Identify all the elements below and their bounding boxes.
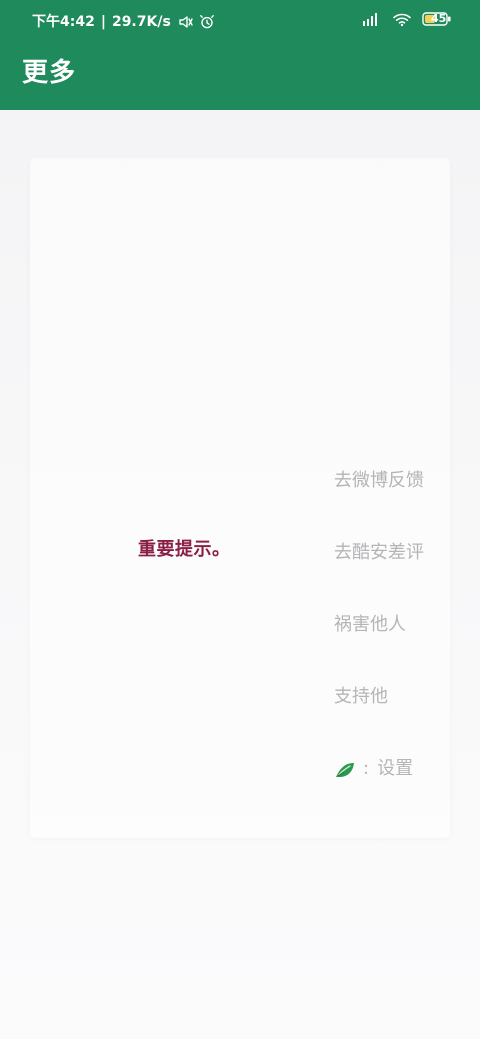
status-divider: | xyxy=(100,14,106,30)
leaf-icon xyxy=(334,760,356,780)
page-title: 更多 xyxy=(22,58,77,88)
menu-item-coolapk-review[interactable]: 去酷安差评 xyxy=(334,536,464,570)
mute-icon xyxy=(177,14,193,30)
important-notice: 重要提示。 xyxy=(138,539,231,560)
wifi-icon xyxy=(392,11,412,27)
content-area xyxy=(0,110,480,1039)
status-left: 下午4:42 | 29.7K/s xyxy=(32,12,215,32)
menu-item-settings[interactable]: : 设置 xyxy=(334,752,464,786)
alarm-icon xyxy=(199,14,215,30)
menu-item-weibo-feedback[interactable]: 去微博反馈 xyxy=(334,464,464,498)
settings-label: 设置 xyxy=(377,758,414,779)
status-bar: 下午4:42 | 29.7K/s 45 xyxy=(0,0,480,44)
content-card xyxy=(30,158,450,838)
status-time: 下午4:42 xyxy=(32,14,95,30)
battery-level: 45 xyxy=(431,12,447,25)
top-app-bar: 下午4:42 | 29.7K/s 45 更多 xyxy=(0,0,480,110)
signal-icon xyxy=(362,11,382,27)
battery-icon: 45 xyxy=(422,11,452,27)
menu-item-harm-others[interactable]: 祸害他人 xyxy=(334,608,464,642)
menu-item-support-him[interactable]: 支持他 xyxy=(334,680,464,714)
settings-separator: : xyxy=(363,758,370,779)
status-right: 45 xyxy=(362,11,452,27)
network-speed: 29.7K/s xyxy=(111,14,171,30)
